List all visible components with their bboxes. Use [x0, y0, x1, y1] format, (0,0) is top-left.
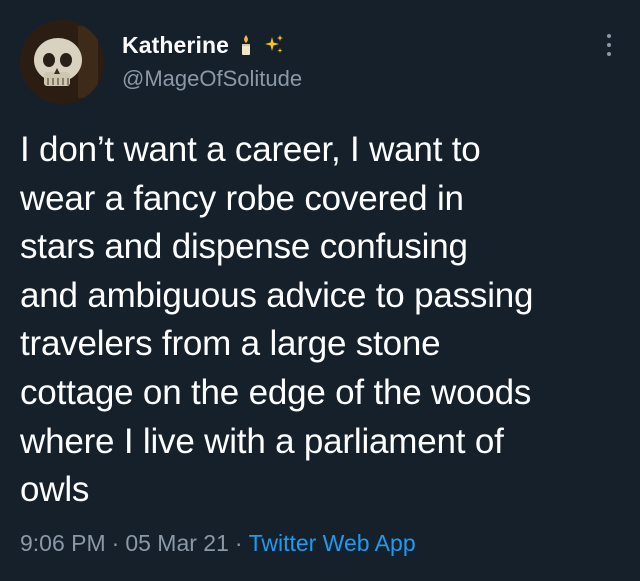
sparkles-icon	[263, 34, 285, 56]
tweet-text: I don’t want a career, I want to wear a …	[20, 130, 534, 510]
avatar[interactable]	[20, 20, 104, 104]
meta-separator: ·	[111, 530, 120, 556]
tweet-time[interactable]: 9:06 PM	[20, 530, 106, 557]
more-options-icon[interactable]	[604, 34, 614, 56]
tweet-date[interactable]: 05 Mar 21	[125, 530, 229, 557]
tweet-source[interactable]: Twitter Web App	[249, 530, 416, 557]
skull-avatar-icon	[20, 20, 104, 104]
tweet-card: Katherine @MageOfSolitude I don’t want a…	[0, 0, 640, 581]
user-handle[interactable]: @MageOfSolitude	[122, 66, 302, 92]
meta-separator-2: ·	[234, 530, 243, 556]
name-row: Katherine	[122, 30, 285, 60]
tweet-meta: 9:06 PM · 05 Mar 21 · Twitter Web App	[20, 530, 416, 557]
display-name[interactable]: Katherine	[122, 32, 229, 59]
candle-icon	[235, 34, 257, 56]
